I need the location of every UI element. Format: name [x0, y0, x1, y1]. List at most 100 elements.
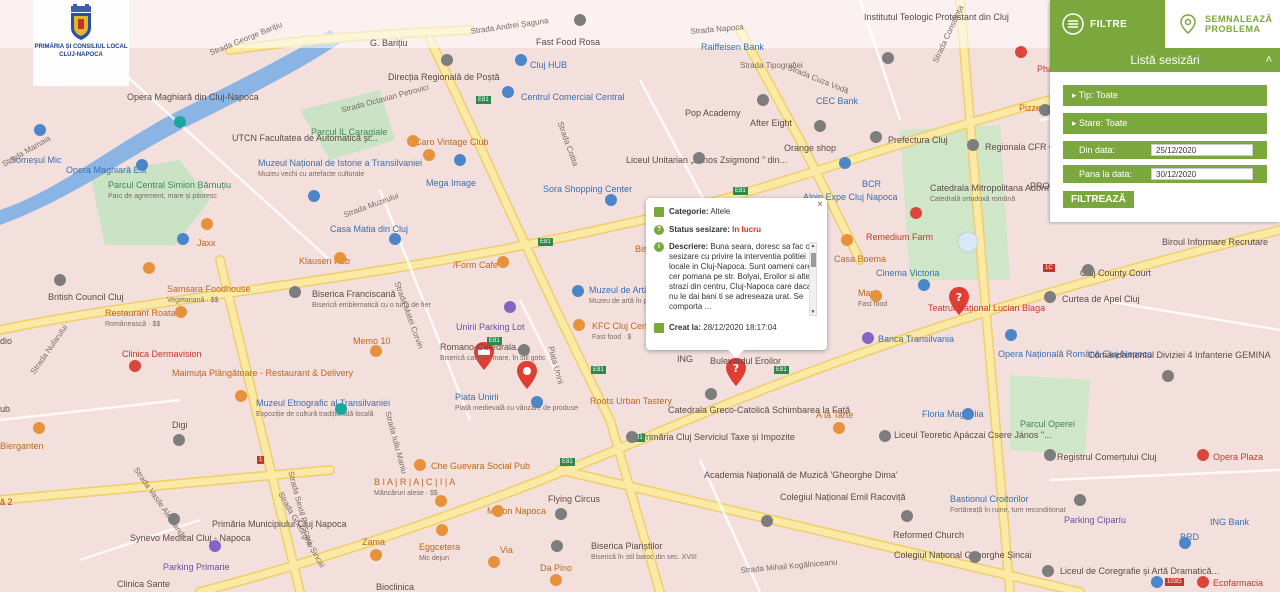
map-label[interactable]: Casa Boema	[834, 254, 886, 265]
poi-icon[interactable]	[551, 540, 563, 552]
map-label[interactable]: Raiffeisen Bank	[701, 42, 764, 53]
map-label[interactable]: Colegiul Național Gheorghe Șincai	[894, 550, 1032, 561]
poi-icon[interactable]	[492, 505, 504, 517]
poi-icon[interactable]	[1197, 576, 1209, 588]
map-label[interactable]: Cinema Victoria	[876, 268, 939, 279]
map-label[interactable]: Registrul Comerțului Cluj	[1057, 452, 1157, 463]
map-label[interactable]: Zama	[362, 537, 385, 548]
map-label[interactable]: Teatrul Național Lucian Blaga	[928, 303, 1045, 314]
map-label[interactable]: Clinica Dermavision	[122, 349, 202, 360]
poi-icon[interactable]	[174, 116, 186, 128]
map-label[interactable]: Fast Food Rosa	[536, 37, 600, 48]
poi-icon[interactable]	[693, 152, 705, 164]
poi-icon[interactable]	[1162, 370, 1174, 382]
map-label[interactable]: Parking Ciparíu	[1064, 515, 1126, 526]
map-label[interactable]: Cluj HUB	[530, 60, 567, 71]
map-label[interactable]: Banca Transilvania	[878, 334, 954, 345]
state-filter[interactable]: ▸ Stare: Toate	[1063, 113, 1267, 134]
map-label[interactable]: Bierganten	[0, 441, 44, 452]
map-label[interactable]: A la Tarte	[816, 410, 853, 421]
map-label[interactable]: Regionala CFR C	[985, 142, 1056, 153]
poi-icon[interactable]	[1151, 576, 1163, 588]
map-label[interactable]: G. Barițiu	[370, 38, 408, 49]
map-label[interactable]: ă 2	[0, 497, 13, 508]
map-label[interactable]: Institutul Teologic Protestant din Cluj	[864, 12, 1009, 23]
poi-icon[interactable]	[761, 515, 773, 527]
map-label[interactable]: Primăria Municipiului Cluj Napoca	[212, 519, 347, 530]
map-label[interactable]: Digi	[172, 420, 188, 431]
map-label[interactable]: Bioclinica	[376, 582, 414, 592]
poi-icon[interactable]	[841, 234, 853, 246]
map-label[interactable]: Clinica Sante	[117, 579, 170, 590]
poi-icon[interactable]	[201, 218, 213, 230]
map-label[interactable]: Pop Academy	[685, 108, 741, 119]
map-label[interactable]: Colegiul Național Emil Racoviță	[780, 492, 906, 503]
type-filter[interactable]: ▸ Tip: Toate	[1063, 85, 1267, 106]
poi-icon[interactable]	[441, 54, 453, 66]
location-marker-icon[interactable]	[517, 361, 537, 389]
poi-icon[interactable]	[488, 556, 500, 568]
poi-icon[interactable]	[555, 508, 567, 520]
map-label[interactable]: Biroul Informare Recrutare	[1162, 237, 1268, 248]
scroll-up-icon[interactable]: ▲	[810, 243, 816, 249]
poi-icon[interactable]	[407, 135, 419, 147]
poi-icon[interactable]	[572, 285, 584, 297]
poi-icon[interactable]	[502, 86, 514, 98]
poi-icon[interactable]	[862, 332, 874, 344]
poi-icon[interactable]	[33, 422, 45, 434]
tab-filters[interactable]: FILTRE	[1050, 0, 1165, 48]
to-date-input[interactable]	[1151, 168, 1253, 180]
map-label[interactable]: Muzeul Național de Istorie a Transilvani…	[258, 158, 422, 180]
poi-icon[interactable]	[839, 157, 851, 169]
poi-icon[interactable]	[918, 279, 930, 291]
poi-icon[interactable]	[531, 396, 543, 408]
chevron-up-icon[interactable]: ˄	[1266, 48, 1272, 72]
map-label[interactable]: Parking Primarie	[163, 562, 230, 573]
poi-icon[interactable]	[370, 549, 382, 561]
map-label[interactable]: Bastionul Croitorilor Fortăreață în ruine…	[950, 494, 1066, 516]
map-label[interactable]: Restaurant Roata Românească · $$	[105, 308, 176, 330]
poi-icon[interactable]	[334, 252, 346, 264]
map-label[interactable]: Liceul Teoretic Apáczai Csere János "...	[894, 430, 1052, 441]
poi-icon[interactable]	[757, 94, 769, 106]
poi-icon[interactable]	[879, 430, 891, 442]
map-label[interactable]: Caro Vintage Club	[415, 137, 488, 148]
poi-icon[interactable]	[335, 403, 347, 415]
map-label[interactable]: After Eight	[750, 118, 792, 129]
poi-icon[interactable]	[1044, 291, 1056, 303]
poi-icon[interactable]	[370, 345, 382, 357]
poi-icon[interactable]	[814, 120, 826, 132]
poi-icon[interactable]	[910, 207, 922, 219]
poi-icon[interactable]	[435, 495, 447, 507]
poi-icon[interactable]	[129, 360, 141, 372]
poi-icon[interactable]	[504, 301, 516, 313]
map-label[interactable]: Synevo Medical Cluj - Napoca	[130, 533, 251, 544]
map-label[interactable]: ub	[0, 404, 10, 415]
map-label[interactable]: Academia Națională de Muzică 'Gheorghe D…	[704, 470, 898, 481]
map-label[interactable]: Che Guevara Social Pub	[431, 461, 530, 472]
poi-icon[interactable]	[626, 431, 638, 443]
map-label[interactable]: Da Pino	[540, 563, 572, 574]
map-label[interactable]: ING Bank	[1210, 517, 1249, 528]
map-label[interactable]: Piata Unirii Piață medievală cu vânzare d…	[455, 392, 578, 414]
poi-icon[interactable]	[870, 290, 882, 302]
map-label[interactable]: Remedium Farm	[866, 232, 933, 243]
poi-icon[interactable]	[870, 131, 882, 143]
poi-icon[interactable]	[969, 551, 981, 563]
map-label[interactable]: Biserica Franciscană Biserică emblematică…	[312, 289, 431, 311]
map-label[interactable]: Centrul Comercial Central	[521, 92, 625, 103]
tab-report-problem[interactable]: SEMNALEAZĂ PROBLEMA	[1165, 0, 1280, 48]
map-label[interactable]: Prefectura Cluj	[888, 135, 948, 146]
city-logo[interactable]: PRIMĂRIA ȘI CONSILIUL LOCAL CLUJ-NAPOCA	[33, 0, 129, 86]
map-label[interactable]: Ecofarmacia	[1213, 578, 1263, 589]
poi-icon[interactable]	[54, 274, 66, 286]
map-label[interactable]: Comandamentul Diviziei 4 Infanterie GEMI…	[1088, 350, 1271, 361]
poi-icon[interactable]	[389, 233, 401, 245]
map-label[interactable]: Jaxx	[197, 238, 216, 249]
poi-icon[interactable]	[882, 52, 894, 64]
map-label[interactable]: Opera Plaza	[1213, 452, 1263, 463]
poi-icon[interactable]	[497, 256, 509, 268]
map-label[interactable]: Floria Magnolia	[922, 409, 984, 420]
map-label[interactable]: Muzeul Etnografic al Transilvaniei Expozi…	[256, 398, 390, 420]
map-label[interactable]: Orange shop	[784, 143, 836, 154]
